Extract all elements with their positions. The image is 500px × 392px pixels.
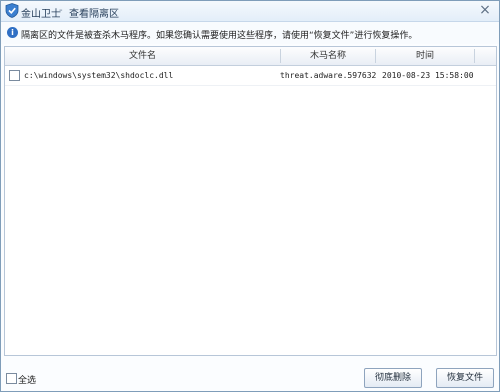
info-text: 隔离区的文件是被查杀木马程序。如果您确认需要使用这些程序，请使用“恢复文件”进行… <box>21 31 418 41</box>
select-all-label[interactable]: 全选 <box>18 373 36 386</box>
file-path: c:\windows\system32\shdoclc.dll <box>24 71 174 80</box>
column-header-filename[interactable]: 文件名 <box>5 47 280 65</box>
close-button[interactable]: × <box>477 3 493 18</box>
select-all-checkbox[interactable] <box>6 373 17 384</box>
info-icon: i <box>7 27 18 38</box>
trojan-name: threat.adware.597632 <box>280 71 377 80</box>
column-header-time[interactable]: 时间 <box>376 47 474 65</box>
table-row[interactable]: c:\windows\system32\shdoclc.dll threat.a… <box>5 66 496 86</box>
column-divider <box>474 49 475 63</box>
quarantine-table: 文件名 木马名称 时间 c:\windows\system32\shdoclc.… <box>4 46 497 356</box>
title-separator: - <box>59 5 63 16</box>
title-bar: 金山卫士 - 查看隔离区 × <box>1 1 499 22</box>
delete-permanently-button[interactable]: 彻底删除 <box>364 368 422 388</box>
quarantine-window: 金山卫士 - 查看隔离区 × i 隔离区的文件是被查杀木马程序。如果您确认需要使… <box>0 0 500 392</box>
restore-file-button[interactable]: 恢复文件 <box>436 368 494 388</box>
table-header: 文件名 木马名称 时间 <box>5 47 496 66</box>
shield-logo-icon <box>5 3 19 18</box>
app-title: 金山卫士 <box>21 9 61 20</box>
info-bar: i 隔离区的文件是被查杀木马程序。如果您确认需要使用这些程序，请使用“恢复文件”… <box>1 22 499 44</box>
row-checkbox[interactable] <box>9 70 20 81</box>
footer: 全选 彻底删除 恢复文件 <box>1 357 499 391</box>
detection-time: 2010-08-23 15:58:00 <box>382 71 474 80</box>
page-title: 查看隔离区 <box>69 9 119 20</box>
column-header-trojan-name[interactable]: 木马名称 <box>281 47 375 65</box>
